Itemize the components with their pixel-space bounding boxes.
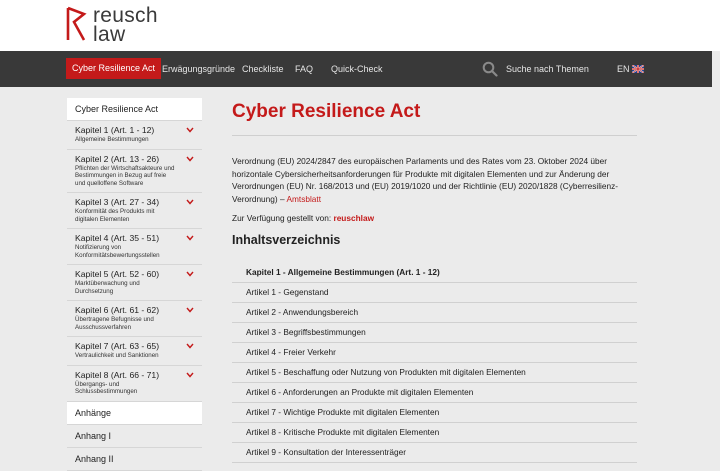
toc-article[interactable]: Artikel 5 - Beschaffung oder Nutzung von… <box>232 363 637 383</box>
chevron-down-icon[interactable] <box>186 127 194 133</box>
sidebar-item-anhang-2[interactable]: Anhang II <box>67 448 202 471</box>
toc-article[interactable]: Artikel 9 - Konsultation der Interessent… <box>232 443 637 463</box>
sidebar-item-subtitle: Übergangs- und Schlussbestimmungen <box>75 380 138 396</box>
sidebar-item-title: Kapitel 6 (Art. 61 - 62) <box>75 305 160 315</box>
chevron-down-icon[interactable] <box>186 307 194 313</box>
sidebar-item-subtitle: Übertragene Befugnisse und Ausschussverf… <box>75 316 154 331</box>
page-title: Cyber Resilience Act <box>232 101 421 122</box>
search-input[interactable]: Suche nach Themen <box>506 51 589 87</box>
sidebar-item-kapitel-6[interactable]: Kapitel 6 (Art. 61 - 62) Übertragene Bef… <box>67 301 202 337</box>
toc-article[interactable]: Artikel 8 - Kritische Produkte mit digit… <box>232 423 637 443</box>
toc-article[interactable]: Artikel 2 - Anwendungsbereich <box>232 303 637 323</box>
sidebar-item-subtitle: Konformität des Produkts mit digitalen E… <box>75 208 155 223</box>
sidebar-item-kapitel-8[interactable]: Kapitel 8 (Art. 66 - 71) Übergangs- und … <box>67 366 202 402</box>
logo[interactable]: reusch law <box>66 4 158 46</box>
sidebar-item-title: Kapitel 7 (Art. 63 - 65) <box>75 341 160 351</box>
sidebar-item-title: Kapitel 1 (Art. 1 - 12) <box>75 125 155 135</box>
main-nav: Cyber Resilience Act Erwägungsgründe Che… <box>0 51 712 87</box>
toc-article[interactable]: Artikel 7 - Wichtige Produkte mit digita… <box>232 403 637 423</box>
sidebar-item-subtitle: Marktüberwachung und Durchsetzung <box>75 280 140 295</box>
nav-checkliste[interactable]: Checkliste <box>242 51 284 87</box>
main-content: Cyber Resilience Act Verordnung (EU) 202… <box>232 90 637 463</box>
reuschlaw-link[interactable]: reuschlaw <box>333 213 374 223</box>
sidebar-item-kapitel-5[interactable]: Kapitel 5 (Art. 52 - 60) Marktüberwachun… <box>67 265 202 301</box>
nav-erwaegungsgruende[interactable]: Erwägungsgründe <box>162 51 235 87</box>
toc-article[interactable]: Artikel 3 - Begriffsbestimmungen <box>232 323 637 343</box>
provided-by-label: Zur Verfügung gestellt von: <box>232 213 334 223</box>
sidebar-item-kapitel-1[interactable]: Kapitel 1 (Art. 1 - 12) Allgemeine Besti… <box>67 121 202 150</box>
chevron-down-icon[interactable] <box>186 372 194 378</box>
chevron-down-icon[interactable] <box>186 343 194 349</box>
chevron-down-icon[interactable] <box>186 199 194 205</box>
toc-article[interactable]: Artikel 6 - Anforderungen an Produkte mi… <box>232 383 637 403</box>
toc-article[interactable]: Artikel 1 - Gegenstand <box>232 283 637 303</box>
intro-text: Verordnung (EU) 2024/2847 des europäisch… <box>232 155 637 205</box>
sidebar-item-subtitle: Notifizierung von Konformitätsbewertungs… <box>75 244 160 259</box>
toc-title: Inhaltsverzeichnis <box>232 233 341 247</box>
sidebar-item-title: Kapitel 4 (Art. 35 - 51) <box>75 233 160 243</box>
sidebar-item-kapitel-2[interactable]: Kapitel 2 (Art. 13 - 26) Pflichten der W… <box>67 150 202 193</box>
chevron-down-icon[interactable] <box>186 271 194 277</box>
table-of-contents: Kapitel 1 - Allgemeine Bestimmungen (Art… <box>232 263 637 463</box>
sidebar-item-title: Kapitel 3 (Art. 27 - 34) <box>75 197 160 207</box>
sidebar-item-title: Kapitel 2 (Art. 13 - 26) <box>75 153 160 164</box>
sidebar-item-subtitle: Allgemeine Bestimmungen <box>75 136 149 143</box>
uk-flag-icon <box>631 65 644 73</box>
nav-cyber-resilience-act[interactable]: Cyber Resilience Act <box>66 58 162 79</box>
chevron-down-icon[interactable] <box>186 156 194 162</box>
sidebar-item-subtitle: Pflichten der Wirtschaftsakteure und Bes… <box>75 164 175 187</box>
logo-text: reusch law <box>93 4 158 46</box>
amtsblatt-link[interactable]: Amtsblatt <box>286 194 321 204</box>
language-switch[interactable]: EN <box>617 51 644 87</box>
divider <box>232 135 637 136</box>
sidebar-item-kapitel-3[interactable]: Kapitel 3 (Art. 27 - 34) Konformität des… <box>67 193 202 229</box>
nav-quick-check[interactable]: Quick-Check <box>331 51 383 87</box>
sidebar-item-subtitle: Vertraulichkeit und Sanktionen <box>75 352 159 359</box>
sidebar-item-kapitel-4[interactable]: Kapitel 4 (Art. 35 - 51) Notifizierung v… <box>67 229 202 265</box>
site-header: reusch law <box>0 0 720 51</box>
sidebar: Cyber Resilience Act Kapitel 1 (Art. 1 -… <box>67 98 202 471</box>
sidebar-header-anhaenge[interactable]: Anhänge <box>67 401 202 425</box>
sidebar-item-title: Kapitel 5 (Art. 52 - 60) <box>75 269 160 279</box>
sidebar-item-kapitel-7[interactable]: Kapitel 7 (Art. 63 - 65) Vertraulichkeit… <box>67 337 202 366</box>
logo-mark-icon <box>66 6 87 41</box>
language-label: EN <box>617 64 630 74</box>
nav-faq[interactable]: FAQ <box>295 51 313 87</box>
toc-chapter-1[interactable]: Kapitel 1 - Allgemeine Bestimmungen (Art… <box>232 263 637 283</box>
chevron-down-icon[interactable] <box>186 235 194 241</box>
search-icon[interactable] <box>482 61 498 77</box>
toc-article[interactable]: Artikel 4 - Freier Verkehr <box>232 343 637 363</box>
sidebar-item-anhang-1[interactable]: Anhang I <box>67 425 202 448</box>
sidebar-item-title: Kapitel 8 (Art. 66 - 71) <box>75 369 160 380</box>
provided-by: Zur Verfügung gestellt von: reuschlaw <box>232 213 637 223</box>
sidebar-header-cra[interactable]: Cyber Resilience Act <box>67 98 202 121</box>
